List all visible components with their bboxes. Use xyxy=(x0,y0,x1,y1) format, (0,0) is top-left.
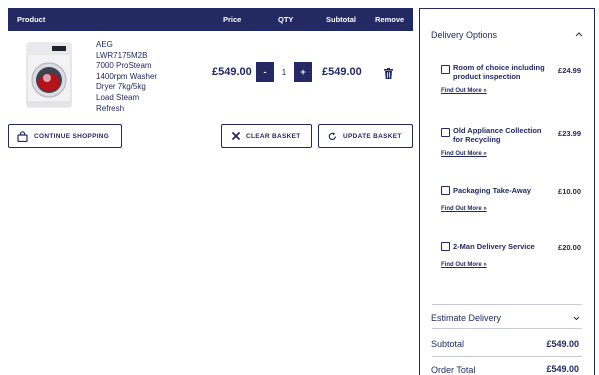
delivery-option-old-appliance: Old Appliance Collection for Recycling £… xyxy=(441,126,581,167)
option-label: Room of choice including product inspect… xyxy=(453,63,545,81)
item-price: £549.00 xyxy=(212,66,252,78)
continue-shopping-button[interactable]: CONTINUE SHOPPING xyxy=(8,124,122,148)
header-remove: Remove xyxy=(375,15,405,24)
order-total-value: £549.00 xyxy=(546,364,579,374)
refresh-icon xyxy=(328,131,336,140)
basket-item-row: AEG LWR7175M2B 7000 ProSteam 1400rpm Was… xyxy=(8,31,413,115)
trash-icon[interactable] xyxy=(384,68,393,79)
clear-basket-button[interactable]: CLEAR BASKET xyxy=(221,124,312,148)
continue-shopping-label: CONTINUE SHOPPING xyxy=(34,132,110,140)
find-out-more-link[interactable]: Find Out More » xyxy=(441,262,487,268)
quantity-input[interactable] xyxy=(274,62,294,82)
subtotal-value: £549.00 xyxy=(546,339,579,349)
delivery-options-title[interactable]: Delivery Options xyxy=(431,30,497,40)
update-basket-button[interactable]: UPDATE BASKET xyxy=(318,124,413,148)
chevron-down-icon[interactable] xyxy=(573,316,580,321)
chevron-up-icon[interactable] xyxy=(575,31,583,37)
find-out-more-link[interactable]: Find Out More » xyxy=(441,88,487,94)
checkbox-packaging[interactable] xyxy=(441,186,450,195)
option-label: Packaging Take-Away xyxy=(453,186,532,195)
option-price: £10.00 xyxy=(558,187,581,196)
divider xyxy=(432,304,582,305)
header-subtotal: Subtotal xyxy=(326,15,356,24)
option-price: £20.00 xyxy=(558,243,581,252)
option-price: £24.99 xyxy=(558,66,581,75)
option-label: 2-Man Delivery Service xyxy=(453,242,535,251)
basket-table-header: Product Price QTY Subtotal Remove xyxy=(8,8,413,31)
divider xyxy=(432,356,582,357)
checkbox-room-of-choice[interactable] xyxy=(441,65,450,74)
estimate-delivery-toggle[interactable]: Estimate Delivery xyxy=(431,313,501,323)
shopping-bag-icon xyxy=(17,130,28,142)
find-out-more-link[interactable]: Find Out More » xyxy=(441,206,487,212)
header-product: Product xyxy=(17,15,46,24)
option-label: Old Appliance Collection for Recycling xyxy=(453,126,542,144)
delivery-option-2-man: 2-Man Delivery Service £20.00 Find Out M… xyxy=(441,242,581,272)
washer-dryer-image[interactable] xyxy=(24,41,74,111)
header-qty: QTY xyxy=(278,15,294,24)
delivery-panel: Delivery Options Room of choice includin… xyxy=(419,8,595,375)
clear-basket-label: CLEAR BASKET xyxy=(246,132,301,140)
decrease-qty-button[interactable]: - xyxy=(256,62,274,82)
update-basket-label: UPDATE BASKET xyxy=(343,132,402,140)
checkbox-2-man[interactable] xyxy=(441,242,450,251)
item-subtotal: £549.00 xyxy=(322,66,362,78)
quantity-stepper: - + xyxy=(256,62,312,82)
checkbox-old-appliance[interactable] xyxy=(441,128,450,137)
divider xyxy=(432,328,582,329)
order-total-label: Order Total xyxy=(431,365,476,375)
close-icon xyxy=(232,132,240,140)
find-out-more-link[interactable]: Find Out More » xyxy=(441,151,487,157)
subtotal-label: Subtotal xyxy=(431,339,465,349)
delivery-option-room-of-choice: Room of choice including product inspect… xyxy=(441,63,581,104)
increase-qty-button[interactable]: + xyxy=(294,62,312,82)
product-name[interactable]: AEG LWR7175M2B 7000 ProSteam 1400rpm Was… xyxy=(96,40,176,114)
delivery-option-packaging: Packaging Take-Away £10.00 Find Out More… xyxy=(441,186,581,216)
option-price: £23.99 xyxy=(558,129,581,138)
header-price: Price xyxy=(223,15,242,24)
